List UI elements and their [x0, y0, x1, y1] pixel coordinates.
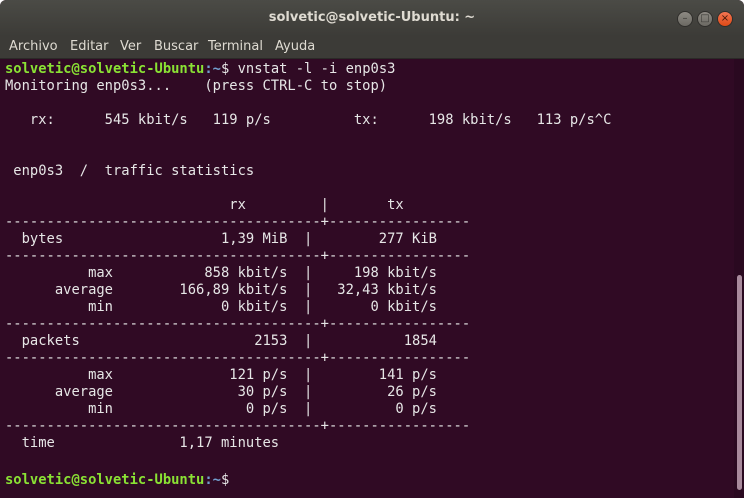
- prompt-user: solvetic@solvetic-Ubuntu: [5, 472, 205, 488]
- final-prompt-line: solvetic@solvetic-Ubuntu:~$: [5, 472, 229, 489]
- output-line: --------------------------------------+-…: [5, 316, 471, 332]
- menu-buscar[interactable]: Buscar: [154, 39, 198, 54]
- menu-ver[interactable]: Ver: [120, 39, 141, 54]
- minimize-button[interactable]: –: [677, 11, 693, 27]
- prompt-suffix: $: [220, 472, 230, 488]
- output-line: time 1,17 minutes: [5, 435, 280, 451]
- output-line: min 0 p/s | 0 p/s: [5, 401, 437, 417]
- menu-terminal[interactable]: Terminal: [208, 39, 263, 54]
- menu-bar: Archivo Editar Ver Buscar Terminal Ayuda: [0, 36, 744, 59]
- prompt-path: :~: [204, 472, 221, 488]
- output-line: max 858 kbit/s | 198 kbit/s: [5, 265, 437, 281]
- output-line: average 30 p/s | 26 p/s: [5, 384, 437, 400]
- terminal-output[interactable]: solvetic@solvetic-Ubuntu:~$ vnstat -l -i…: [0, 59, 734, 498]
- output-line: Monitoring enp0s3... (press CTRL-C to st…: [5, 78, 388, 94]
- command-text: vnstat -l -i enp0s3: [229, 61, 396, 77]
- menu-editar[interactable]: Editar: [70, 39, 109, 54]
- menu-ayuda[interactable]: Ayuda: [275, 39, 315, 54]
- output-line: --------------------------------------+-…: [5, 350, 471, 366]
- output-line: bytes 1,39 MiB | 277 KiB: [5, 231, 437, 247]
- scrollbar-thumb[interactable]: [737, 275, 742, 490]
- output-line: packets 2153 | 1854: [5, 333, 437, 349]
- command-line: solvetic@solvetic-Ubuntu:~$ vnstat -l -i…: [5, 61, 395, 78]
- menu-archivo[interactable]: Archivo: [9, 39, 58, 54]
- terminal-window: solvetic@solvetic-Ubuntu: ~ – □ × Archiv…: [0, 0, 744, 498]
- prompt-path: :~: [204, 61, 221, 77]
- output-line: rx | tx: [5, 197, 404, 213]
- output-line: --------------------------------------+-…: [5, 248, 471, 264]
- maximize-button[interactable]: □: [697, 11, 713, 27]
- window-title: solvetic@solvetic-Ubuntu: ~: [268, 10, 476, 25]
- close-button[interactable]: ×: [717, 11, 733, 27]
- output-line: min 0 kbit/s | 0 kbit/s: [5, 299, 437, 315]
- output-line: max 121 p/s | 141 p/s: [5, 367, 437, 383]
- output-line: --------------------------------------+-…: [5, 214, 471, 230]
- title-bar[interactable]: solvetic@solvetic-Ubuntu: ~ – □ ×: [0, 0, 744, 36]
- prompt-user: solvetic@solvetic-Ubuntu: [5, 61, 205, 77]
- output-line: average 166,89 kbit/s | 32,43 kbit/s: [5, 282, 437, 298]
- output-line: --------------------------------------+-…: [5, 418, 471, 434]
- output-line: enp0s3 / traffic statistics: [5, 163, 255, 179]
- output-line: rx: 545 kbit/s 119 p/s tx: 198 kbit/s 11…: [5, 112, 612, 128]
